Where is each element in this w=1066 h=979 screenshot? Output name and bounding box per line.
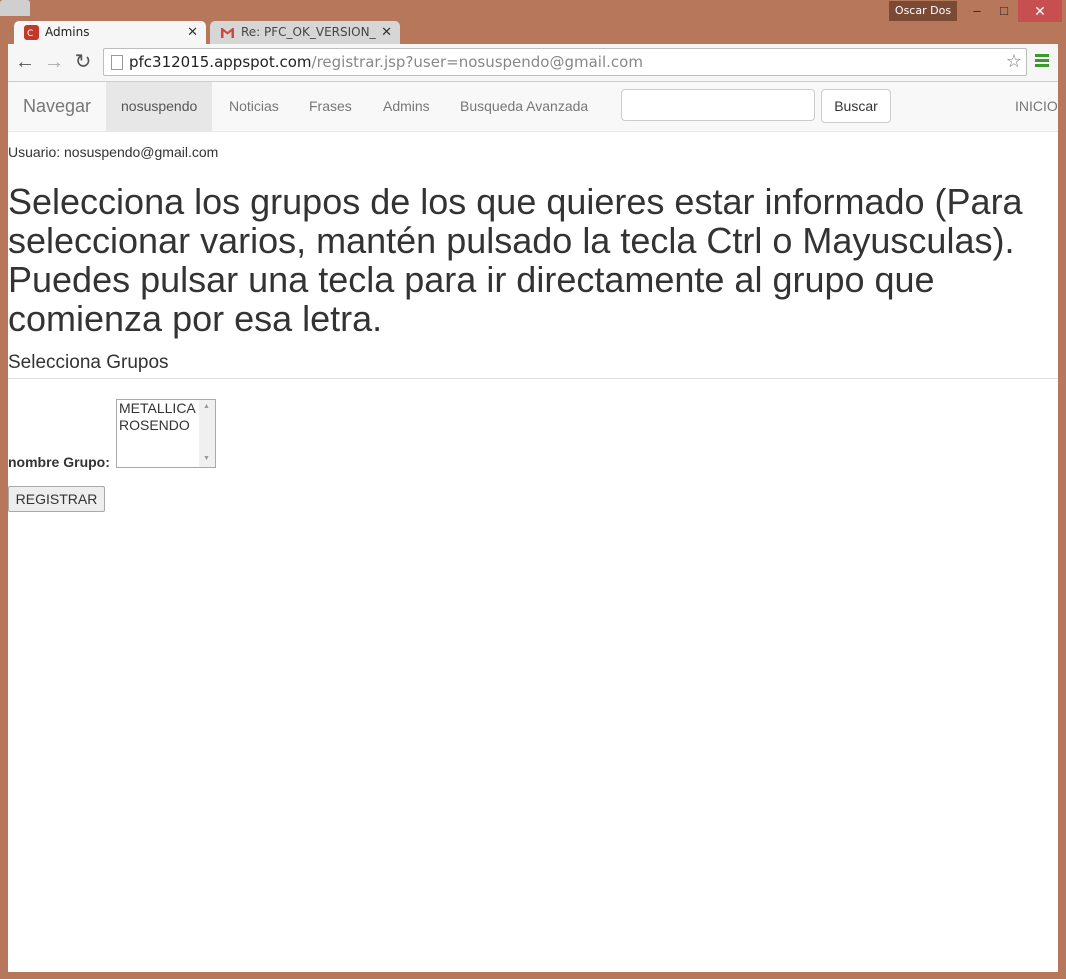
close-icon[interactable]: ✕ [381,21,392,44]
url-path: /registrar.jsp?user=nosuspendo@gmail.com [311,53,643,71]
register-button[interactable]: REGISTRAR [8,486,105,512]
url-host: pfc312015.appspot.com [129,53,312,71]
window-titlebar: Oscar Dos – □ ✕ C Admins ✕ Re: PFC_OK_VE… [0,0,1066,44]
gmail-icon [221,28,234,38]
maximize-button[interactable]: □ [991,0,1017,22]
back-button[interactable]: ← [13,50,37,74]
tab-title: Admins [45,25,90,39]
nav-item-noticias[interactable]: Noticias [214,82,294,131]
close-window-button[interactable]: ✕ [1018,0,1062,22]
profile-badge[interactable]: Oscar Dos [889,1,957,21]
navbar-brand[interactable]: Navegar [23,82,91,131]
address-text: pfc312015.appspot.com/registrar.jsp?user… [129,49,643,75]
search-button[interactable]: Buscar [821,89,891,123]
tab-title: Re: PFC_OK_VERSION_1_C [241,25,376,39]
reload-button[interactable]: ↻ [71,50,95,74]
close-icon[interactable]: ✕ [187,21,198,44]
minimize-button[interactable]: – [964,0,990,22]
page-heading: Selecciona los grupos de los que quieres… [8,181,1023,339]
divider [8,378,1058,379]
page-viewport: Navegar nosuspendo Noticias Frases Admin… [8,82,1058,972]
bookmark-star-icon[interactable]: ☆ [1006,49,1022,75]
user-info: Usuario: nosuspendo@gmail.com [8,144,219,160]
page-icon [111,55,123,70]
tab-admins[interactable]: C Admins ✕ [14,21,206,44]
nav-inicio-link[interactable]: INICIO [1015,82,1058,131]
nav-item-frases[interactable]: Frases [294,82,367,131]
chrome-menu-icon[interactable] [1035,54,1049,68]
tab-gmail[interactable]: Re: PFC_OK_VERSION_1_C ✕ [210,21,400,44]
browser-toolbar: ← → ↻ pfc312015.appspot.com/registrar.js… [8,44,1058,82]
forward-button[interactable]: → [42,50,66,74]
group-field-label: nombre Grupo: [8,454,110,470]
select-scrollbar[interactable]: ▲ ▼ [199,400,215,467]
group-select[interactable]: METALLICA ROSENDO ▲ ▼ [116,399,216,468]
nav-item-busqueda-avanzada[interactable]: Busqueda Avanzada [445,82,603,131]
section-title: Selecciona Grupos [8,352,169,373]
address-bar[interactable]: pfc312015.appspot.com/registrar.jsp?user… [103,48,1027,76]
scroll-up-icon[interactable]: ▲ [203,403,210,410]
app-favicon-icon: C [24,25,39,40]
site-navbar: Navegar nosuspendo Noticias Frases Admin… [8,82,1058,132]
nav-item-nosuspendo[interactable]: nosuspendo [106,82,213,131]
new-tab-button[interactable] [0,0,30,16]
search-input[interactable] [621,89,815,121]
svg-text:C: C [27,29,33,39]
nav-item-admins[interactable]: Admins [368,82,445,131]
scroll-down-icon[interactable]: ▼ [203,455,210,462]
